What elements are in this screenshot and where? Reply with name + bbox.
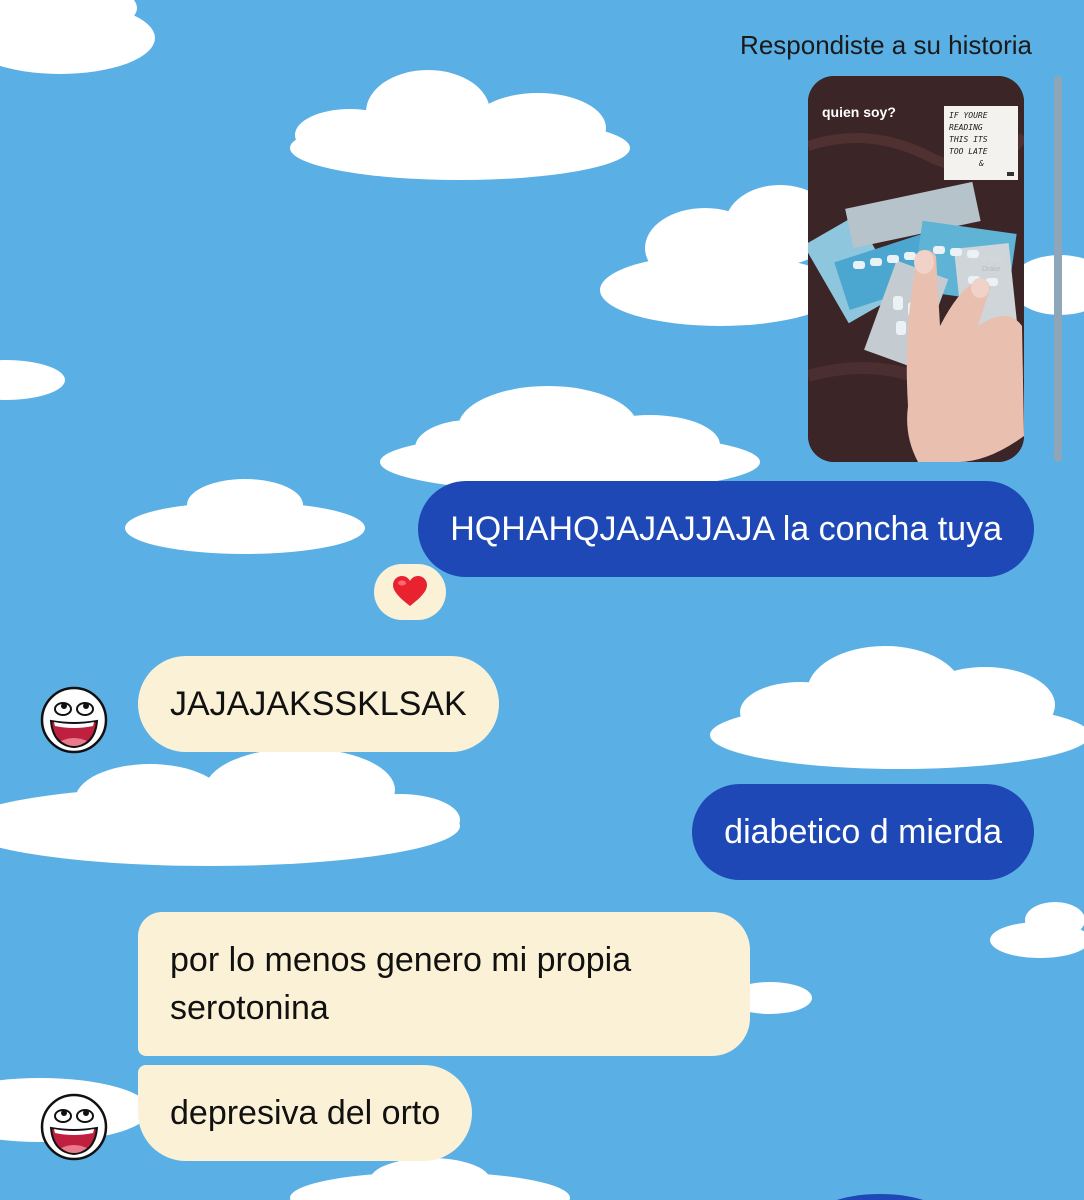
message-bubble-outgoing[interactable]: HQHAHQJAJAJJAJA la concha tuya (418, 481, 1034, 577)
message-reaction[interactable] (374, 564, 446, 620)
scrollbar[interactable] (1054, 76, 1062, 462)
awesome-face-icon (40, 686, 108, 754)
cloud-shape (0, 0, 155, 74)
message-text: JAJAJAKSSKLSAK (170, 685, 467, 723)
album-line: IF YOURE (949, 111, 988, 120)
message-text: diabetico d mierda (724, 813, 1002, 851)
cloud-shape (290, 1158, 570, 1200)
cloud-shape (125, 479, 365, 554)
message-bubble-incoming[interactable]: JAJAJAKSSKLSAK (138, 656, 499, 752)
cloud-shape (0, 748, 460, 866)
avatar[interactable] (39, 685, 109, 755)
parental-advisory-label (1007, 172, 1014, 176)
message-bubble-incoming[interactable]: depresiva del orto (138, 1065, 473, 1161)
song-title: 6 God (984, 256, 1004, 263)
album-line: TOO LATE (949, 147, 988, 156)
song-artist: Drake (982, 266, 1001, 273)
message-text: depresiva del orto (170, 1094, 441, 1132)
story-reply-note: Respondiste a su historia (740, 30, 1032, 60)
cloud-shape (380, 386, 760, 492)
message-bubble-outgoing[interactable]: diabetico d mierda (692, 784, 1034, 880)
cloud-shape (0, 360, 65, 400)
album-cover: IF YOURE READING THIS ITS TOO LATE & (944, 106, 1018, 180)
cloud-shape (710, 646, 1084, 769)
message-text: HQHAHQJAJAJJAJA la concha tuya (450, 510, 1002, 548)
cloud-shape (290, 70, 630, 180)
story-caption: quien soy? (822, 104, 896, 120)
album-line: READING (949, 123, 983, 132)
message-bubble-incoming[interactable]: por lo menos genero mi propia serotonina (138, 912, 750, 1056)
avatar[interactable] (39, 1092, 109, 1162)
heart-icon (393, 576, 427, 606)
album-line: & (979, 159, 984, 168)
message-text-line: por lo menos genero mi propia (170, 941, 632, 979)
awesome-face-icon (40, 1093, 108, 1161)
cloud-shape (990, 902, 1084, 958)
message-text-line: serotonina (170, 989, 329, 1027)
story-thumbnail[interactable]: quien soy? IF YOURE READING THIS ITS TOO… (808, 76, 1024, 462)
album-line: THIS ITS (949, 135, 988, 144)
partial-bubble-edge (836, 1194, 924, 1200)
